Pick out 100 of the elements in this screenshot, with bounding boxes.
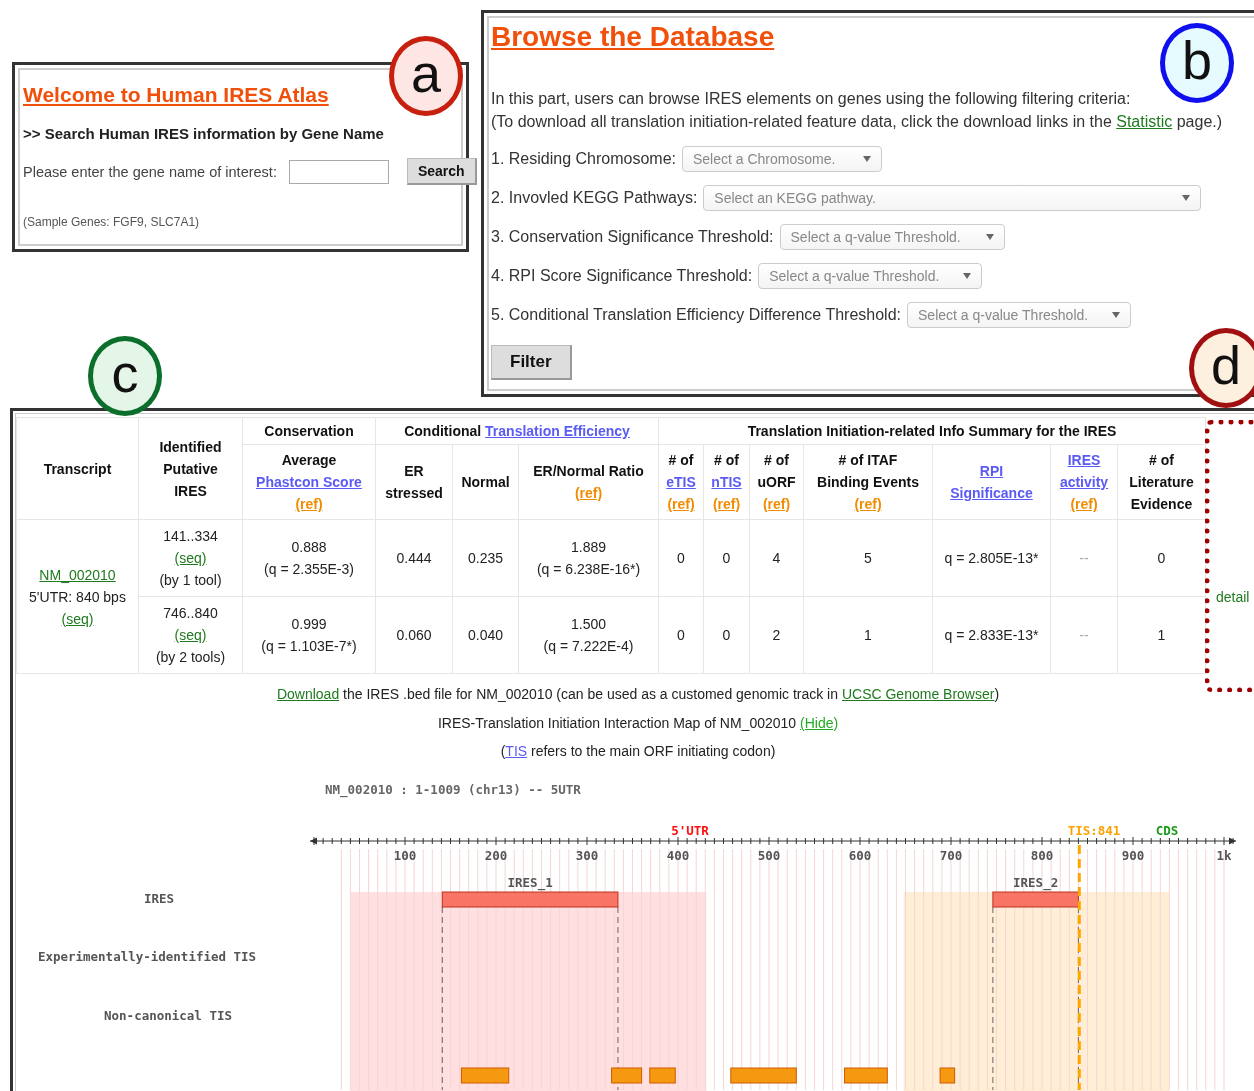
table-cell: 1 <box>803 596 933 674</box>
tis-box <box>611 1067 643 1083</box>
track-label: IRES <box>143 890 175 906</box>
tick-label: 400 <box>666 847 690 863</box>
tick-label: 1k <box>1216 847 1232 863</box>
section-heading: >> Search Human IRES information by Gene Name <box>23 125 385 142</box>
panel-title: Welcome to Human IRES Atlas <box>23 83 329 107</box>
filter-select[interactable]: Select a q-value Threshold. <box>907 302 1131 328</box>
text-link[interactable]: Significance <box>950 485 1033 501</box>
table-cell: q = 2.833E-13* <box>932 596 1051 674</box>
table-cell: 0 <box>658 519 704 597</box>
table-cell: 5 <box>803 519 933 597</box>
intro-text: In this part, users can browse IRES elements on genes using the following filtering criteria: <box>491 89 1132 109</box>
tick-label: 100 <box>393 847 417 863</box>
header-text: Average <box>280 451 338 470</box>
header-text: Identified <box>158 437 223 457</box>
text-link[interactable]: eTIS <box>666 474 696 490</box>
text-link[interactable]: IRES <box>1067 452 1101 468</box>
statistic-link[interactable]: Statistic <box>1116 113 1173 130</box>
table-cell: 1.889 (q = 6.238E-16*) <box>518 519 659 597</box>
tick-label: 500 <box>757 847 781 863</box>
detail-link[interactable]: detail <box>1216 588 1250 605</box>
text-link[interactable]: Translation Efficiency <box>485 423 630 439</box>
header-text: Transcript <box>42 459 113 479</box>
cell-text: 746..840 <box>162 604 219 623</box>
caret-icon <box>985 234 994 240</box>
filter-select[interactable]: Select a q-value Threshold. <box>758 263 983 289</box>
region-label: 5'UTR <box>671 822 709 838</box>
tis-box <box>730 1067 797 1083</box>
table-cell: 2 <box>749 596 804 674</box>
region-label: TIS:841 <box>1067 822 1121 838</box>
tis-box <box>460 1067 510 1083</box>
map-title: NM_002010 : 1-1009 (chr13) -- 5UTR <box>325 781 581 797</box>
text-link[interactable]: Download <box>276 686 340 702</box>
table-cell: 4 <box>749 519 804 597</box>
tis-box <box>844 1067 888 1083</box>
download-note: (To download all translation initiation-related feature data, click the download links in the Statistic page.) <box>491 112 1224 132</box>
field-label: Please enter the gene name of interest: <box>23 163 277 180</box>
table-cell: 0.888 (q = 2.355E-3) <box>242 519 376 597</box>
table-cell: 1.500 (q = 7.222E-4) <box>518 596 659 674</box>
filter-select[interactable]: Select a q-value Threshold. <box>779 224 1005 250</box>
search-button[interactable]: Search <box>406 158 477 185</box>
header-text: Conditional <box>404 423 483 439</box>
filter-button[interactable]: Filter <box>491 345 572 380</box>
panel-label: a <box>389 36 463 116</box>
text-link[interactable]: nTIS <box>711 474 742 490</box>
panel-label: c <box>88 336 162 416</box>
header-text: # of <box>667 451 695 470</box>
table-cell: 0 <box>658 596 704 674</box>
cell-text: (by 1 tool) <box>158 571 223 590</box>
text-link[interactable]: UCSC Genome Browser <box>841 686 995 702</box>
text-link[interactable]: activity <box>1059 474 1109 490</box>
header-text: Conservation <box>264 423 354 439</box>
header-text: IRES <box>173 481 208 501</box>
tick-label: 900 <box>1121 847 1145 863</box>
caret-icon <box>862 156 871 162</box>
table-cell: 0 <box>703 519 750 597</box>
map-note: IRES-Translation Initiation Interaction Map of NM_002010 (Hide) <box>436 713 840 733</box>
tick-label: 800 <box>1030 847 1054 863</box>
gene-name-input[interactable] <box>288 159 389 184</box>
panel-label: b <box>1160 23 1234 103</box>
tick-label: 200 <box>484 847 508 863</box>
header-text: stressed <box>384 484 444 503</box>
table-cell: 0 <box>703 596 750 674</box>
filter-label: 5. Conditional Translation Efficiency Difference Threshold: <box>491 306 901 324</box>
tick-label: 300 <box>575 847 599 863</box>
filter-select[interactable]: Select a Chromosome. <box>681 146 882 172</box>
table-cell: 0.040 <box>452 596 519 674</box>
caret-icon <box>963 273 972 279</box>
header-text: # of <box>763 451 790 470</box>
table-cell: q = 2.805E-13* <box>932 519 1051 597</box>
filter-select[interactable]: Select an KEGG pathway. <box>703 185 1202 211</box>
header-text: # of <box>1148 451 1175 470</box>
cell-text: (by 2 tools) <box>154 648 227 667</box>
table-cell: 0.060 <box>375 596 453 674</box>
header-text: uORF <box>756 473 797 492</box>
text-link[interactable]: (Hide) <box>800 714 839 731</box>
text-link[interactable]: RPI <box>979 463 1004 479</box>
tis-box <box>939 1067 956 1083</box>
caret-icon <box>1182 195 1191 201</box>
caret-icon <box>1112 312 1120 318</box>
map-note: Download the IRES .bed file for NM_002010 (can be used as a customed genomic track in UCSC Genome Browser) <box>275 685 1001 704</box>
header-text: Translation Initiation-related Info Summary for the IRES <box>747 423 1117 439</box>
text-link[interactable]: NM_002010 <box>39 566 116 583</box>
header-text: Putative <box>162 459 219 479</box>
filter-label: 1. Residing Chromosome: <box>491 150 676 168</box>
filter-label: 4. RPI Score Significance Threshold: <box>491 267 753 285</box>
track-label: Experimentally-identified TIS <box>37 948 257 964</box>
table-cell: -- <box>1050 519 1118 597</box>
text-link[interactable]: TIS <box>505 743 528 759</box>
region-label: CDS <box>1155 822 1179 838</box>
table-cell: 0.235 <box>452 519 519 597</box>
table-cell: -- <box>1050 596 1118 674</box>
text-link[interactable]: (seq) <box>174 627 207 643</box>
text-link[interactable]: (seq) <box>174 550 207 566</box>
header-text: # of <box>713 451 740 470</box>
feature-label: IRES_1 <box>507 874 553 890</box>
text-link[interactable]: (seq) <box>61 610 94 627</box>
text-link[interactable]: Phastcon Score <box>256 474 362 490</box>
tick-label: 600 <box>848 847 872 863</box>
